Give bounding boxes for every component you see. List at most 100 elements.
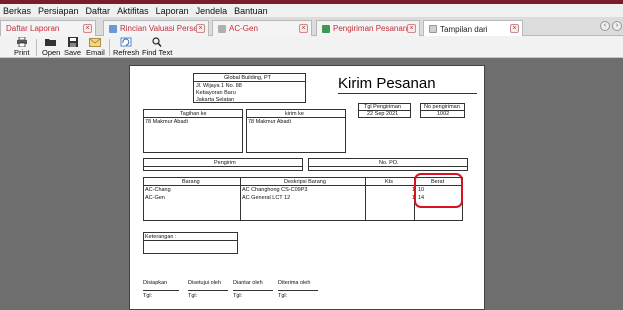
close-icon[interactable]: ×	[407, 24, 416, 33]
menu-laporan[interactable]: Laporan	[156, 6, 189, 16]
signature-label-received: Diterima oleh	[278, 280, 311, 286]
number-box: No pengiriman 1002	[420, 103, 465, 118]
save-icon	[67, 37, 78, 47]
bill-to-box: Tagihan ke 78 Makmur Abadi	[143, 109, 243, 153]
tab-label: Rincian Valuasi Persed	[120, 24, 203, 33]
save-button[interactable]: Save	[64, 37, 81, 57]
column-header-item: Barang	[182, 179, 200, 185]
date-box: Tgl Pengiriman 22 Sep 2021	[358, 103, 411, 118]
menu-persiapan[interactable]: Persiapan	[38, 6, 79, 16]
sender-box: Pengirim	[143, 158, 303, 171]
tab-ac-gen[interactable]: AC-Gen ×	[212, 20, 312, 36]
tab-label: AC-Gen	[229, 24, 258, 33]
address-line-3: Jakarta Selatan	[196, 97, 235, 103]
divider	[144, 117, 242, 118]
tab-rincian-valuasi[interactable]: Rincian Valuasi Persed ×	[103, 20, 209, 36]
signature-label-delivered: Diantar oleh	[233, 280, 263, 286]
signature-date-delivered: Tgl:	[233, 293, 243, 299]
email-icon	[89, 38, 102, 47]
signature-line	[188, 290, 228, 291]
close-icon[interactable]: ×	[299, 24, 308, 33]
document-icon	[218, 24, 226, 33]
refresh-button[interactable]: Refresh	[113, 37, 139, 57]
tab-scroll-left-icon[interactable]: ‹	[600, 21, 610, 31]
save-label: Save	[64, 48, 82, 57]
close-icon[interactable]: ×	[83, 24, 92, 33]
email-button[interactable]: Email	[86, 37, 105, 57]
po-box: No. PO.	[308, 158, 468, 171]
address-line-2: Kebayoran Baru	[196, 90, 236, 96]
sender-label: Pengirim	[214, 160, 236, 166]
email-label: Email	[86, 48, 105, 57]
date-label: Tgl Pengiriman	[364, 104, 401, 110]
close-icon[interactable]: ×	[196, 24, 205, 33]
tab-label: Pengiriman Pesanan 1	[333, 24, 414, 33]
refresh-label: Refresh	[113, 48, 140, 57]
tab-daftar-laporan[interactable]: Daftar Laporan ×	[0, 20, 96, 36]
divider	[309, 166, 467, 167]
tab-tampilan-dari[interactable]: Tampilan dari ×	[423, 20, 523, 37]
close-icon[interactable]: ×	[510, 24, 519, 33]
tab-label: Tampilan dari	[440, 24, 488, 34]
menu-jendela[interactable]: Jendela	[196, 6, 228, 16]
notes-box: Keterangan :	[143, 232, 238, 254]
company-name: Global Building, PT	[224, 75, 272, 81]
refresh-icon	[120, 37, 132, 47]
ship-to-value: 78 Makmur Abadi	[248, 119, 291, 125]
tab-scroll-right-icon[interactable]: ›	[612, 21, 622, 31]
signature-line	[233, 290, 273, 291]
print-label: Print	[14, 48, 30, 57]
print-button[interactable]: Print	[14, 37, 29, 57]
row-1-desc: AC Changhong CS-C09P3	[242, 187, 308, 193]
ship-to-box: kirim ke 78 Makmur Abadi	[246, 109, 346, 153]
menu-aktifitas[interactable]: Aktifitas	[117, 6, 149, 16]
find-text-button[interactable]: Find Text	[142, 37, 172, 57]
signature-line	[143, 290, 179, 291]
date-value: 22 Sep 2021	[367, 111, 399, 117]
title-underline	[338, 93, 477, 94]
open-button[interactable]: Open	[42, 37, 60, 57]
signature-label-approved: Disetujui oleh	[188, 280, 222, 286]
menu-berkas[interactable]: Berkas	[3, 6, 31, 16]
toolbar-separator	[36, 39, 37, 56]
ship-to-label: kirim ke	[285, 111, 304, 117]
signature-date-prepared: Tgl:	[143, 293, 153, 299]
shipment-icon	[322, 24, 330, 33]
po-label: No. PO.	[379, 160, 399, 166]
divider	[247, 117, 345, 118]
tab-bar: Daftar Laporan × Rincian Valuasi Persed …	[0, 18, 623, 37]
company-address-box: Global Building, PT Jl. Wijaya 1 No. 88 …	[193, 73, 306, 103]
signature-line	[278, 290, 318, 291]
signature-date-received: Tgl:	[278, 293, 288, 299]
row-2-item: AC-Gen	[145, 195, 165, 201]
row-1-item: AC-Chang	[145, 187, 171, 193]
column-divider	[240, 178, 241, 220]
open-label: Open	[42, 48, 61, 57]
bill-to-value: 78 Makmur Abadi	[145, 119, 188, 125]
divider	[144, 166, 302, 167]
column-divider	[365, 178, 366, 220]
find-text-label: Find Text	[142, 48, 173, 57]
highlight-annotation	[414, 173, 463, 208]
menu-bantuan[interactable]: Bantuan	[234, 6, 268, 16]
printer-icon	[16, 37, 27, 47]
report-icon	[109, 24, 117, 33]
menu-bar: Berkas Persiapan Daftar Aktifitas Lapora…	[0, 4, 623, 18]
row-2-desc: AC General LCT 12	[242, 195, 291, 201]
address-line-1: Jl. Wijaya 1 No. 88	[196, 83, 242, 89]
signature-label-prepared: Disiapkan	[143, 280, 168, 286]
signature-date-approved: Tgl:	[188, 293, 198, 299]
number-value: 1002	[437, 111, 450, 117]
report-page: Global Building, PT Jl. Wijaya 1 No. 88 …	[129, 65, 485, 310]
toolbar-separator	[109, 39, 110, 56]
folder-open-icon	[45, 39, 57, 46]
notes-label: Keterangan :	[145, 234, 177, 240]
toolbar: Print Open Save Email Refresh Find Text	[0, 36, 623, 58]
divider	[194, 81, 305, 82]
tab-pengiriman-pesanan[interactable]: Pengiriman Pesanan 1 ×	[316, 20, 420, 36]
menu-daftar[interactable]: Daftar	[86, 6, 111, 16]
page-icon	[429, 25, 437, 33]
number-label: No pengiriman	[424, 104, 460, 110]
report-title: Kirim Pesanan	[338, 75, 436, 92]
tab-label: Daftar Laporan	[6, 24, 60, 33]
